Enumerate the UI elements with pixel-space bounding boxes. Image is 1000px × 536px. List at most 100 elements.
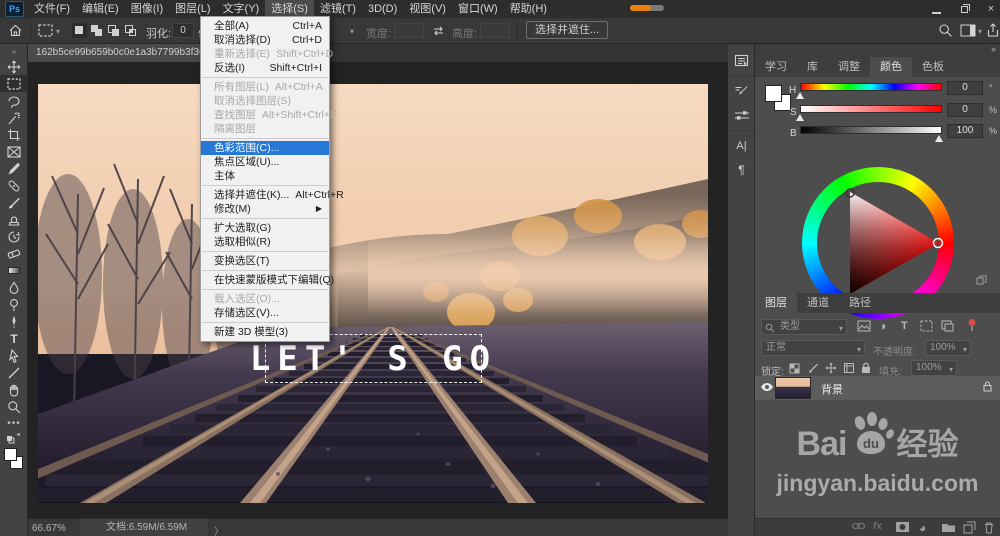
style-dropdown-chevron-icon[interactable]: ▾ xyxy=(350,27,354,36)
new-selection-mode-button[interactable] xyxy=(72,23,87,38)
paragraph-panel-icon[interactable]: ¶ xyxy=(728,158,755,182)
shape-tool[interactable] xyxy=(0,364,28,381)
tab-libraries[interactable]: 库 xyxy=(797,57,828,77)
path-selection-tool[interactable] xyxy=(0,347,28,364)
menu-3d[interactable]: 3D(D) xyxy=(362,0,403,18)
hue-slider[interactable] xyxy=(800,83,942,91)
rectangular-marquee-tool[interactable] xyxy=(0,75,28,92)
menu-item-subject[interactable]: 主体 xyxy=(201,169,329,183)
menu-item-select-all[interactable]: 全部(A) Ctrl+A xyxy=(201,19,329,33)
menu-item-edit-in-quick-mask[interactable]: 在快速蒙版模式下编辑(Q) xyxy=(201,273,334,287)
gradient-tool[interactable] xyxy=(0,262,28,279)
tab-swatches[interactable]: 色板 xyxy=(912,57,954,77)
workspace-icon[interactable] xyxy=(960,24,976,40)
lock-artboard-icon[interactable] xyxy=(843,362,855,377)
eyedropper-tool[interactable] xyxy=(0,160,28,177)
height-input[interactable] xyxy=(480,23,510,38)
menu-item-save-selection[interactable]: 存储选区(V)... xyxy=(201,306,329,320)
new-layer-icon[interactable] xyxy=(963,521,976,536)
spot-healing-brush-tool[interactable] xyxy=(0,177,28,194)
subtract-from-selection-mode-button[interactable] xyxy=(106,23,121,38)
layer-visibility-eye-icon[interactable] xyxy=(760,382,774,395)
toolbar-collapse-icon[interactable]: » xyxy=(0,44,28,58)
opacity-dropdown[interactable]: 100% ▾ xyxy=(925,340,971,356)
brush-tool[interactable] xyxy=(0,194,28,211)
filter-adjustment-layers-icon[interactable]: ◑ xyxy=(879,319,886,333)
swap-dimensions-icon[interactable] xyxy=(432,24,445,40)
filter-pixel-layers-icon[interactable] xyxy=(857,320,871,335)
menu-item-grow[interactable]: 扩大选取(G) xyxy=(201,221,329,235)
saturation-value-input[interactable]: 0 xyxy=(947,103,983,117)
character-panel-icon[interactable]: A| xyxy=(728,134,755,158)
link-layers-icon[interactable] xyxy=(851,521,866,534)
magic-wand-tool[interactable] xyxy=(0,109,28,126)
tab-channels[interactable]: 通道 xyxy=(797,293,839,313)
menu-file[interactable]: 文件(F) xyxy=(28,0,76,18)
zoom-tool[interactable] xyxy=(0,398,28,415)
brightness-slider-thumb[interactable] xyxy=(935,135,943,142)
foreground-color-swatch[interactable] xyxy=(4,448,17,461)
brushes-panel-icon[interactable] xyxy=(728,103,755,127)
menu-edit[interactable]: 编辑(E) xyxy=(76,0,125,18)
brush-settings-panel-icon[interactable] xyxy=(728,79,755,103)
menu-image[interactable]: 图像(I) xyxy=(125,0,169,18)
saturation-slider-thumb[interactable] xyxy=(796,114,804,121)
filter-toggle-pin-icon[interactable] xyxy=(967,318,977,335)
select-and-mask-button[interactable]: 选择并遮住... xyxy=(526,21,609,39)
type-tool[interactable]: T xyxy=(0,330,28,347)
brightness-value-input[interactable]: 100 xyxy=(947,124,983,138)
minimize-button[interactable] xyxy=(930,2,944,16)
saturation-slider[interactable] xyxy=(800,105,942,113)
new-adjustment-layer-icon[interactable]: ◕ xyxy=(919,521,926,535)
menu-item-modify[interactable]: 修改(M) ▶ xyxy=(201,202,329,216)
panel-collapse-icon[interactable]: » xyxy=(991,44,996,54)
crop-tool[interactable] xyxy=(0,126,28,143)
blend-mode-dropdown[interactable]: 正常 ▾ xyxy=(761,340,865,356)
dodge-tool[interactable] xyxy=(0,296,28,313)
menu-item-focus-area[interactable]: 焦点区域(U)... xyxy=(201,155,329,169)
menu-item-inverse[interactable]: 反选(I) Shift+Ctrl+I xyxy=(201,61,329,75)
fill-dropdown[interactable]: 100% ▾ xyxy=(911,360,957,376)
brightness-slider[interactable] xyxy=(800,126,942,134)
menu-view[interactable]: 视图(V) xyxy=(403,0,452,18)
tool-preset-chevron-icon[interactable]: ▾ xyxy=(56,27,60,36)
zoom-level-field[interactable]: 66.67% xyxy=(32,523,66,534)
layer-filter-type-dropdown[interactable]: 类型 ▾ xyxy=(761,319,847,335)
document-canvas[interactable]: LET' S GO xyxy=(38,84,708,503)
menu-item-color-range[interactable]: 色彩范围(C)... xyxy=(201,141,329,155)
tab-learn[interactable]: 学习 xyxy=(755,57,797,77)
hue-slider-thumb[interactable] xyxy=(796,92,804,99)
add-to-selection-mode-button[interactable] xyxy=(89,23,104,38)
menu-window[interactable]: 窗口(W) xyxy=(452,0,504,18)
lock-position-icon[interactable] xyxy=(825,362,837,377)
color-panel-resize-icon[interactable] xyxy=(976,273,987,291)
filter-smart-objects-icon[interactable] xyxy=(941,320,954,335)
share-icon[interactable] xyxy=(986,23,1000,41)
menu-item-new-3d-extrusion[interactable]: 新建 3D 模型(3) xyxy=(201,325,329,339)
filter-type-layers-icon[interactable]: T xyxy=(901,320,908,332)
color-panel-foreground-swatch[interactable] xyxy=(765,85,782,102)
tab-adjustments[interactable]: 调整 xyxy=(828,57,870,77)
menu-item-transform-selection[interactable]: 变换选区(T) xyxy=(201,254,329,268)
move-tool[interactable] xyxy=(0,58,28,75)
lock-image-icon[interactable] xyxy=(807,362,819,377)
layer-name[interactable]: 背景 xyxy=(821,381,843,397)
home-icon[interactable] xyxy=(8,23,23,41)
delete-layer-icon[interactable] xyxy=(983,521,995,536)
rectangular-marquee-tool-icon[interactable] xyxy=(38,24,53,40)
blur-tool[interactable] xyxy=(0,279,28,296)
new-group-icon[interactable] xyxy=(941,521,956,536)
menu-item-select-and-mask[interactable]: 选择并遮住(K)... Alt+Ctrl+R xyxy=(201,188,344,202)
feather-input[interactable]: 0 xyxy=(172,23,194,38)
eraser-tool[interactable] xyxy=(0,245,28,262)
search-icon[interactable] xyxy=(938,23,953,41)
workspace-chevron-icon[interactable]: ▾ xyxy=(978,27,982,36)
tab-color[interactable]: 颜色 xyxy=(870,57,912,77)
default-swap-colors-icon[interactable] xyxy=(0,432,28,445)
intersect-selection-mode-button[interactable] xyxy=(123,23,138,38)
hue-value-input[interactable]: 0 xyxy=(947,81,983,95)
status-chevron-icon[interactable]: 〉 xyxy=(214,523,224,536)
edit-toolbar-ellipsis-icon[interactable]: ••• xyxy=(0,415,28,432)
add-layer-mask-icon[interactable] xyxy=(895,521,910,536)
lasso-tool[interactable] xyxy=(0,92,28,109)
